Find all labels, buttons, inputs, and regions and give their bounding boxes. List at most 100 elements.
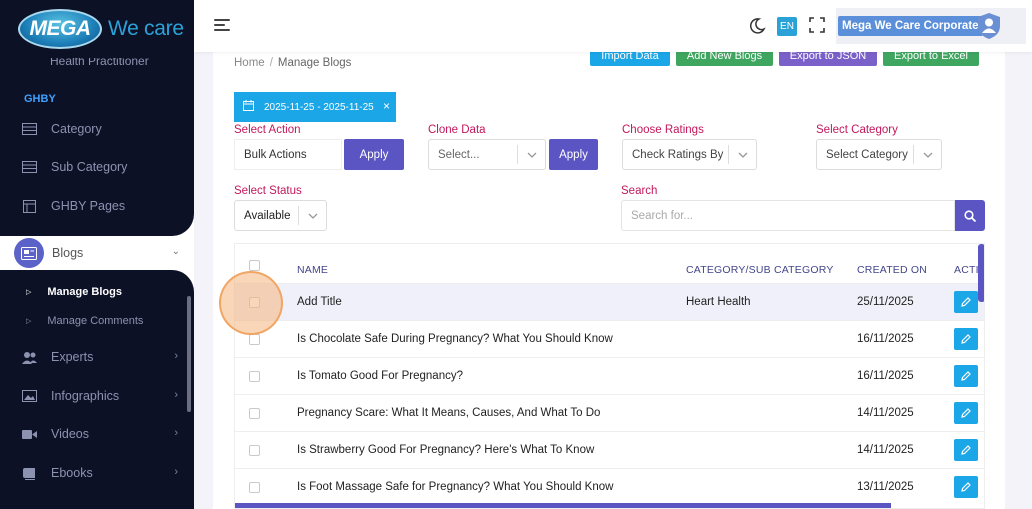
column-header-category[interactable]: CATEGORY/SUB CATEGORY — [686, 264, 834, 276]
sidebar-item-infographics[interactable]: Infographics › — [0, 377, 194, 415]
row-checkbox[interactable] — [249, 408, 260, 419]
table-row[interactable]: Is Chocolate Safe During Pregnancy? What… — [235, 320, 984, 357]
edit-button[interactable] — [954, 365, 978, 387]
row-name: Is Strawberry Good For Pregnancy? Here's… — [297, 444, 595, 456]
newspaper-icon — [14, 238, 44, 268]
sidebar-item-health-practitioner[interactable]: Health Practitioner — [50, 58, 149, 68]
sidebar-item-label: Sub Category — [51, 160, 128, 174]
row-checkbox[interactable] — [249, 371, 260, 382]
search-input[interactable]: Search for... — [621, 200, 955, 231]
blogs-table: NAME CATEGORY/SUB CATEGORY CREATED ON AC… — [234, 243, 985, 509]
apply-action-button[interactable]: Apply — [344, 139, 404, 170]
status-select[interactable]: Available — [234, 200, 327, 231]
row-created: 16/11/2025 — [857, 333, 914, 345]
logo[interactable]: MEGA We care — [0, 0, 194, 58]
pencil-icon — [961, 482, 971, 492]
clone-data-value: Select... — [438, 148, 480, 161]
category-select[interactable]: Select Category — [816, 139, 942, 170]
fullscreen-icon[interactable] — [809, 17, 827, 35]
row-created: 16/11/2025 — [857, 370, 914, 382]
row-created: 14/11/2025 — [857, 407, 914, 419]
moon-icon[interactable] — [748, 17, 766, 35]
select-all-checkbox[interactable] — [249, 260, 260, 271]
table-icon — [22, 123, 37, 136]
sidebar-item-label: GHBY Pages — [51, 199, 126, 213]
chevron-down-icon — [913, 145, 941, 164]
avatar-icon — [976, 12, 1002, 40]
clone-data-select[interactable]: Select... — [428, 139, 546, 170]
search-button[interactable] — [955, 200, 985, 231]
close-icon[interactable]: × — [383, 99, 390, 113]
click-indicator — [219, 271, 283, 335]
table-horizontal-scrollbar[interactable] — [235, 503, 891, 508]
search-label: Search — [621, 185, 658, 197]
breadcrumb-current: Manage Blogs — [277, 57, 352, 69]
row-created: 25/11/2025 — [857, 296, 914, 308]
table-row[interactable]: Add Title Heart Health 25/11/2025 — [235, 283, 984, 320]
row-name: Is Foot Massage Safe for Pregnancy? What… — [297, 481, 614, 493]
chevron-down-icon — [728, 145, 756, 164]
chevron-right-icon: › — [174, 427, 178, 439]
chevron-right-icon: › — [174, 466, 178, 478]
sidebar-item-ghby-pages[interactable]: GHBY Pages — [0, 187, 194, 225]
date-range-chip[interactable]: 2025-11-25 - 2025-11-25 × — [234, 92, 396, 122]
book-icon — [22, 467, 37, 480]
edit-button[interactable] — [954, 328, 978, 350]
sidebar-item-blogs[interactable]: Blogs ⌄ — [12, 236, 194, 270]
sidebar-item-label: Videos — [51, 427, 89, 441]
row-checkbox[interactable] — [249, 482, 260, 493]
calendar-icon — [243, 100, 254, 114]
edit-button[interactable] — [954, 402, 978, 424]
pencil-icon — [961, 297, 971, 307]
row-checkbox[interactable] — [249, 445, 260, 456]
date-range-text: 2025-11-25 - 2025-11-25 — [264, 101, 374, 113]
table-row[interactable]: Pregnancy Scare: What It Means, Causes, … — [235, 394, 984, 431]
choose-ratings-label: Choose Ratings — [622, 124, 704, 136]
content-card: Home / Manage Blogs Import Data Add New Bl… — [213, 46, 1005, 509]
users-icon — [22, 351, 37, 364]
row-created: 14/11/2025 — [857, 444, 914, 456]
row-name: Add Title — [297, 296, 342, 308]
column-header-created[interactable]: CREATED ON — [857, 264, 927, 276]
table-row[interactable]: Is Tomato Good For Pregnancy? 16/11/2025 — [235, 357, 984, 394]
chevron-down-icon — [517, 145, 545, 164]
sidebar-item-category[interactable]: Category — [0, 110, 194, 148]
sidebar-item-label: Blogs — [52, 246, 84, 260]
section-label-ghby: GHBY — [24, 93, 56, 105]
language-toggle[interactable]: EN — [777, 17, 797, 36]
sidebar-item-videos[interactable]: Videos › — [0, 415, 194, 453]
ratings-select[interactable]: Check Ratings By — [622, 139, 757, 170]
logo-mark: MEGA — [18, 9, 102, 49]
apply-clone-button[interactable]: Apply — [549, 139, 598, 170]
edit-button[interactable] — [954, 291, 978, 313]
pencil-icon — [961, 445, 971, 455]
sidebar-subitem-label: Manage Blogs — [47, 286, 122, 298]
sidebar-subitem-label: Manage Comments — [47, 315, 144, 327]
sidebar-scrollbar[interactable] — [187, 296, 191, 412]
row-category: Heart Health — [686, 296, 751, 308]
profile-name: Mega We Care Corporate — [838, 16, 983, 36]
edit-button[interactable] — [954, 439, 978, 461]
table-row[interactable]: Is Foot Massage Safe for Pregnancy? What… — [235, 468, 984, 505]
sidebar-item-sub-category[interactable]: Sub Category — [0, 148, 194, 186]
chevron-right-icon: › — [174, 389, 178, 401]
table-vertical-scrollbar[interactable] — [978, 244, 984, 302]
logo-text: We care — [108, 17, 184, 40]
sidebar-subitem-manage-comments[interactable]: ▷ Manage Comments — [26, 315, 143, 327]
edit-button[interactable] — [954, 476, 978, 498]
sidebar-item-experts[interactable]: Experts › — [0, 338, 194, 376]
sidebar-item-ebooks[interactable]: Ebooks › — [0, 454, 194, 492]
column-header-action: ACTI — [954, 264, 979, 276]
breadcrumb: Home / Manage Blogs — [234, 57, 351, 69]
profile-menu[interactable]: Mega We Care Corporate — [836, 8, 1026, 44]
sidebar-item-label: Infographics — [51, 389, 120, 403]
table-row[interactable]: Is Strawberry Good For Pregnancy? Here's… — [235, 431, 984, 468]
row-checkbox[interactable] — [249, 334, 260, 345]
column-header-name[interactable]: NAME — [297, 264, 328, 276]
category-value: Select Category — [826, 148, 908, 161]
image-icon — [22, 390, 37, 403]
bulk-action-select[interactable]: Bulk Actions — [234, 139, 342, 170]
menu-icon[interactable] — [214, 19, 230, 31]
breadcrumb-home[interactable]: Home — [234, 57, 265, 69]
sidebar-subitem-manage-blogs[interactable]: ▷ Manage Blogs — [26, 286, 122, 298]
